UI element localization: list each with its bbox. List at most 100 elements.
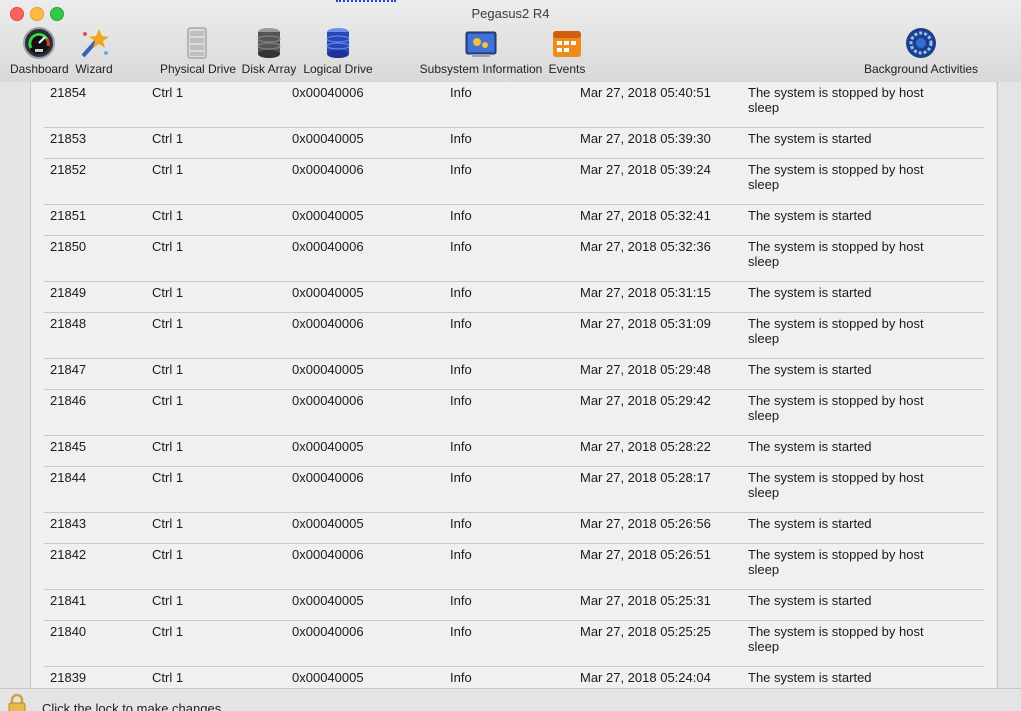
event-description: The system is started <box>748 285 872 300</box>
event-description: The system is started <box>748 593 872 608</box>
event-row[interactable]: 21841 Ctrl 1 0x00040005 Info Mar 27, 2018 05… <box>44 590 984 621</box>
event-id: 21847 <box>50 362 87 377</box>
event-id: 21843 <box>50 516 87 531</box>
event-row[interactable]: 21851 Ctrl 1 0x00040005 Info Mar 27, 2018 05… <box>44 205 984 236</box>
toolbar-events[interactable]: Events <box>547 26 587 76</box>
event-code: 0x00040006 <box>292 316 364 331</box>
left-sidebar-strip <box>0 82 31 688</box>
event-time: Mar 27, 2018 05:31:15 <box>580 285 711 300</box>
toolbar-logical-drive-label: Logical Drive <box>303 62 373 76</box>
events-calendar-icon <box>553 31 581 57</box>
event-id: 21841 <box>50 593 87 608</box>
event-device: Ctrl 1 <box>152 670 184 685</box>
event-code: 0x00040005 <box>292 593 364 608</box>
event-time: Mar 27, 2018 05:29:48 <box>580 362 711 377</box>
event-device: Ctrl 1 <box>152 624 184 639</box>
event-device: Ctrl 1 <box>152 239 184 254</box>
event-row[interactable]: 21854 Ctrl 1 0x00040006 Info Mar 27, 2018 05… <box>44 82 984 128</box>
event-id: 21842 <box>50 547 87 562</box>
toolbar-logical-drive[interactable]: Logical Drive <box>303 26 373 76</box>
event-severity: Info <box>450 624 472 639</box>
event-code: 0x00040006 <box>292 624 364 639</box>
toolbar-physical-drive[interactable]: Physical Drive <box>160 26 237 76</box>
event-device: Ctrl 1 <box>152 162 184 177</box>
event-row[interactable]: 21845 Ctrl 1 0x00040005 Info Mar 27, 2018 05… <box>44 436 984 467</box>
event-description: The system is stopped by host sleep <box>748 470 924 500</box>
event-time: Mar 27, 2018 05:32:41 <box>580 208 711 223</box>
event-severity: Info <box>450 239 472 254</box>
event-time: Mar 27, 2018 05:28:17 <box>580 470 711 485</box>
event-severity: Info <box>450 285 472 300</box>
right-scroll-strip[interactable] <box>997 82 1021 688</box>
toolbar-disk-array-label: Disk Array <box>241 62 297 76</box>
event-row[interactable]: 21850 Ctrl 1 0x00040006 Info Mar 27, 2018 05… <box>44 236 984 282</box>
lock-icon[interactable] <box>6 693 28 711</box>
event-code: 0x00040005 <box>292 516 364 531</box>
event-row[interactable]: 21853 Ctrl 1 0x00040005 Info Mar 27, 2018 05… <box>44 128 984 159</box>
event-id: 21840 <box>50 624 87 639</box>
event-id: 21844 <box>50 470 87 485</box>
event-description: The system is started <box>748 131 872 146</box>
toolbar-physical-drive-label: Physical Drive <box>160 62 237 76</box>
event-code: 0x00040005 <box>292 439 364 454</box>
event-code: 0x00040006 <box>292 162 364 177</box>
event-description: The system is stopped by host sleep <box>748 85 924 115</box>
event-id: 21854 <box>50 85 87 100</box>
event-description: The system is started <box>748 439 872 454</box>
event-code: 0x00040005 <box>292 131 364 146</box>
event-row[interactable]: 21840 Ctrl 1 0x00040006 Info Mar 27, 2018 05… <box>44 621 984 667</box>
event-description: The system is started <box>748 208 872 223</box>
event-row[interactable]: 21839 Ctrl 1 0x00040005 Info Mar 27, 2018 05… <box>44 667 984 688</box>
event-description: The system is stopped by host sleep <box>748 624 924 654</box>
event-severity: Info <box>450 670 472 685</box>
event-severity: Info <box>450 362 472 377</box>
event-device: Ctrl 1 <box>152 316 184 331</box>
event-code: 0x00040005 <box>292 670 364 685</box>
window-title: Pegasus2 R4 <box>471 6 550 21</box>
toolbar-disk-array[interactable]: Disk Array <box>240 26 298 76</box>
dashboard-gauge-icon <box>23 27 55 59</box>
event-id: 21852 <box>50 162 87 177</box>
event-code: 0x00040005 <box>292 208 364 223</box>
event-id: 21848 <box>50 316 87 331</box>
subsystem-information-icon <box>465 31 497 57</box>
toolbar-background-activities-label: Background Activities <box>863 62 979 76</box>
physical-drive-icon <box>187 27 207 59</box>
event-severity: Info <box>450 131 472 146</box>
event-device: Ctrl 1 <box>152 85 184 100</box>
logical-drive-icon <box>326 28 350 58</box>
bottom-status-bar: Click the lock to make changes. <box>0 688 1021 711</box>
event-description: The system is stopped by host sleep <box>748 547 924 577</box>
event-severity: Info <box>450 470 472 485</box>
event-severity: Info <box>450 162 472 177</box>
event-row[interactable]: 21846 Ctrl 1 0x00040006 Info Mar 27, 2018 05… <box>44 390 984 436</box>
event-device: Ctrl 1 <box>152 131 184 146</box>
event-description: The system is stopped by host sleep <box>748 239 924 269</box>
event-row[interactable]: 21852 Ctrl 1 0x00040006 Info Mar 27, 2018 05… <box>44 159 984 205</box>
event-description: The system is started <box>748 670 872 685</box>
event-row[interactable]: 21848 Ctrl 1 0x00040006 Info Mar 27, 2018 05… <box>44 313 984 359</box>
event-code: 0x00040006 <box>292 470 364 485</box>
event-code: 0x00040005 <box>292 362 364 377</box>
event-code: 0x00040006 <box>292 547 364 562</box>
event-row[interactable]: 21844 Ctrl 1 0x00040006 Info Mar 27, 2018 05… <box>44 467 984 513</box>
event-id: 21839 <box>50 670 87 685</box>
event-code: 0x00040006 <box>292 239 364 254</box>
toolbar-wizard[interactable]: Wizard <box>74 26 114 76</box>
event-time: Mar 27, 2018 05:26:56 <box>580 516 711 531</box>
toolbar-dashboard[interactable]: Dashboard <box>10 26 69 76</box>
event-row[interactable]: 21847 Ctrl 1 0x00040005 Info Mar 27, 2018 05… <box>44 359 984 390</box>
event-id: 21851 <box>50 208 87 223</box>
toolbar-subsystem-information[interactable]: Subsystem Information <box>419 26 543 76</box>
event-device: Ctrl 1 <box>152 285 184 300</box>
event-device: Ctrl 1 <box>152 208 184 223</box>
event-row[interactable]: 21849 Ctrl 1 0x00040005 Info Mar 27, 2018 05… <box>44 282 984 313</box>
toolbar-wizard-label: Wizard <box>75 62 113 76</box>
event-row[interactable]: 21842 Ctrl 1 0x00040006 Info Mar 27, 2018 05… <box>44 544 984 590</box>
disk-array-icon <box>257 28 281 58</box>
toolbar-background-activities[interactable]: Background Activities <box>862 26 980 76</box>
event-row[interactable]: 21843 Ctrl 1 0x00040005 Info Mar 27, 2018 05… <box>44 513 984 544</box>
event-time: Mar 27, 2018 05:28:22 <box>580 439 711 454</box>
event-time: Mar 27, 2018 05:26:51 <box>580 547 711 562</box>
toolbar-subsystem-information-label: Subsystem Information <box>419 62 543 76</box>
